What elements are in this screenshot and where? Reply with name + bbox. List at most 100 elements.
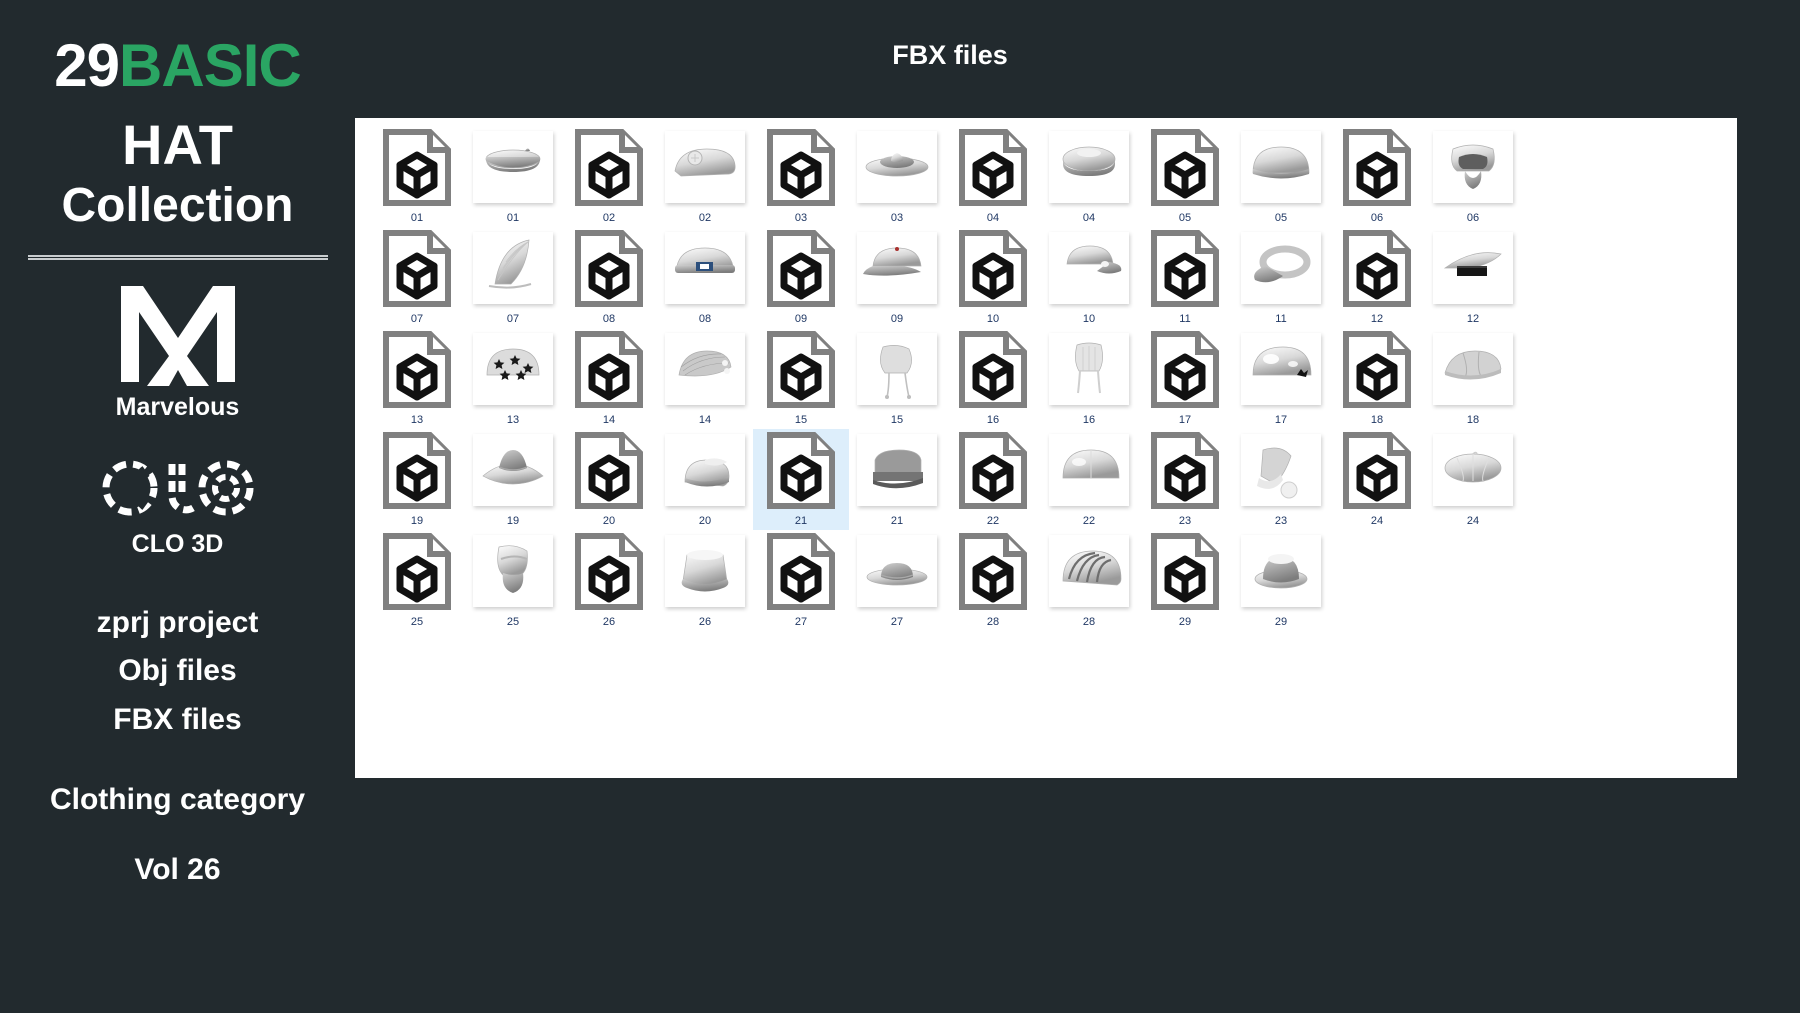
file-item-label: 24 [1370, 515, 1384, 527]
file-item-23[interactable]: 23 [1137, 429, 1233, 530]
thumbnail-item-label: 12 [1466, 313, 1480, 325]
file-item-label: 27 [794, 616, 808, 628]
pillbox-fur-hat-render [485, 148, 541, 172]
thumbnail-item-08[interactable]: 08 [657, 227, 753, 328]
thumbnail-item-03[interactable]: 03 [849, 126, 945, 227]
thumbnail-item-13[interactable]: 13 [465, 328, 561, 429]
thumbnail-item-label: 13 [506, 414, 520, 426]
file-item-18[interactable]: 18 [1329, 328, 1425, 429]
file-item-17[interactable]: 17 [1137, 328, 1233, 429]
thumbnail-item-09[interactable]: 09 [849, 227, 945, 328]
thumbnail-image [665, 232, 745, 304]
file-item-01[interactable]: 01 [369, 126, 465, 227]
page-title-collection: Collection [61, 179, 294, 233]
file-item-22[interactable]: 22 [945, 429, 1041, 530]
thumbnail-image [1433, 131, 1513, 203]
file-item-10[interactable]: 10 [945, 227, 1041, 328]
page-title-hat: HAT [122, 113, 233, 176]
file-item-label: 02 [602, 212, 616, 224]
file-item-13[interactable]: 13 [369, 328, 465, 429]
thumbnail-image [665, 434, 745, 506]
fbx-3d-cube-file-icon [959, 533, 1027, 610]
thumbnail-image [1049, 131, 1129, 203]
file-item-07[interactable]: 07 [369, 227, 465, 328]
file-item-03[interactable]: 03 [753, 126, 849, 227]
thumbnail-item-22[interactable]: 22 [1041, 429, 1137, 530]
thumbnail-item-14[interactable]: 14 [657, 328, 753, 429]
file-item-08[interactable]: 08 [561, 227, 657, 328]
thumbnail-item-07[interactable]: 07 [465, 227, 561, 328]
file-item-05[interactable]: 05 [1137, 126, 1233, 227]
file-item-04[interactable]: 04 [945, 126, 1041, 227]
thumbnail-item-01[interactable]: 01 [465, 126, 561, 227]
category-label: Clothing category [49, 782, 305, 816]
thumbnail-item-21[interactable]: 21 [849, 429, 945, 530]
file-item-label: 17 [1178, 414, 1192, 426]
thumbnail-item-16[interactable]: 16 [1041, 328, 1137, 429]
garrison-cap-with-button-render [674, 148, 736, 177]
thumbnail-item-15[interactable]: 15 [849, 328, 945, 429]
thumbnail-item-19[interactable]: 19 [465, 429, 561, 530]
file-browser-panel: 01 01 02 02 03 03 04 04 05 05 06 06 07 0… [355, 118, 1737, 778]
newsboy-felt-cap-render [1444, 350, 1502, 380]
file-item-label: 04 [986, 212, 1000, 224]
file-item-16[interactable]: 16 [945, 328, 1041, 429]
file-item-26[interactable]: 26 [561, 530, 657, 631]
file-item-label: 09 [794, 313, 808, 325]
tall-bucket-hat-render [681, 550, 729, 592]
thumbnail-item-26[interactable]: 26 [657, 530, 753, 631]
thumbnail-item-05[interactable]: 05 [1233, 126, 1329, 227]
thumbnail-item-27[interactable]: 27 [849, 530, 945, 631]
thumbnail-item-06[interactable]: 06 [1425, 126, 1521, 227]
file-item-12[interactable]: 12 [1329, 227, 1425, 328]
thumbnail-item-11[interactable]: 11 [1233, 227, 1329, 328]
thumbnail-item-18[interactable]: 18 [1425, 328, 1521, 429]
fbx-3d-cube-file-icon [1151, 432, 1219, 509]
hood-with-drawstrings-render [880, 345, 912, 399]
thumbnail-item-label: 20 [698, 515, 712, 527]
file-item-29[interactable]: 29 [1137, 530, 1233, 631]
file-item-24[interactable]: 24 [1329, 429, 1425, 530]
thumbnail-item-04[interactable]: 04 [1041, 126, 1137, 227]
file-item-11[interactable]: 11 [1137, 227, 1233, 328]
fbx-3d-cube-file-icon [1151, 230, 1219, 307]
thumbnail-item-10[interactable]: 10 [1041, 227, 1137, 328]
flat-boater-hat-render [866, 563, 928, 586]
thumbnail-image [665, 333, 745, 405]
file-item-28[interactable]: 28 [945, 530, 1041, 631]
thumbnail-item-12[interactable]: 12 [1425, 227, 1521, 328]
page-header-title: FBX files [892, 40, 1008, 70]
thumbnail-item-23[interactable]: 23 [1233, 429, 1329, 530]
file-item-20[interactable]: 20 [561, 429, 657, 530]
file-item-27[interactable]: 27 [753, 530, 849, 631]
fbx-3d-cube-file-icon [1151, 533, 1219, 610]
thumbnail-item-label: 02 [698, 212, 712, 224]
file-item-25[interactable]: 25 [369, 530, 465, 631]
fbx-3d-cube-file-icon [959, 129, 1027, 206]
fbx-3d-cube-file-icon [1343, 331, 1411, 408]
thumbnail-item-24[interactable]: 24 [1425, 429, 1521, 530]
thumbnail-item-25[interactable]: 25 [465, 530, 561, 631]
file-item-15[interactable]: 15 [753, 328, 849, 429]
thumbnail-item-28[interactable]: 28 [1041, 530, 1137, 631]
thumbnail-item-17[interactable]: 17 [1233, 328, 1329, 429]
thumbnail-item-label: 07 [506, 313, 520, 325]
file-item-14[interactable]: 14 [561, 328, 657, 429]
file-item-21[interactable]: 21 [753, 429, 849, 530]
textured-flat-cap-render [678, 350, 732, 377]
file-item-label: 10 [986, 313, 1000, 325]
thumbnail-item-label: 08 [698, 313, 712, 325]
thumbnail-item-29[interactable]: 29 [1233, 530, 1329, 631]
fbx-3d-cube-file-icon [383, 331, 451, 408]
thumbnail-item-label: 06 [1466, 212, 1480, 224]
file-item-label: 12 [1370, 313, 1384, 325]
file-item-02[interactable]: 02 [561, 126, 657, 227]
thumbnail-item-02[interactable]: 02 [657, 126, 753, 227]
thumbnail-item-20[interactable]: 20 [657, 429, 753, 530]
fbx-3d-cube-file-icon [575, 533, 643, 610]
file-item-09[interactable]: 09 [753, 227, 849, 328]
file-item-19[interactable]: 19 [369, 429, 465, 530]
file-item-06[interactable]: 06 [1329, 126, 1425, 227]
fbx-3d-cube-file-icon [575, 230, 643, 307]
poster-root: 29BASIC HAT Collection Marvelous CLO 3D … [0, 0, 1800, 1013]
